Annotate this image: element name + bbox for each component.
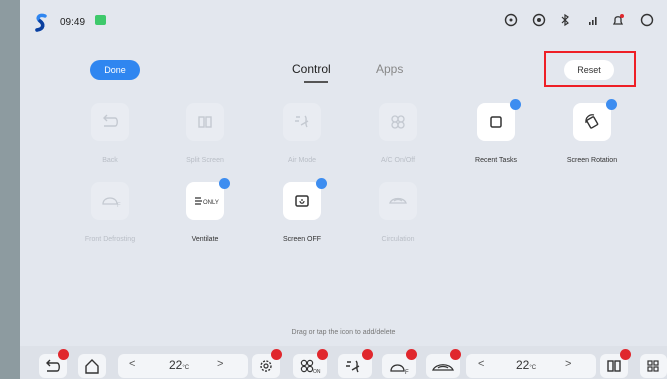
tile-label: Circulation bbox=[381, 236, 415, 243]
tab-apps[interactable]: Apps bbox=[376, 62, 403, 76]
home-button[interactable] bbox=[78, 354, 106, 378]
apps-grid-icon bbox=[647, 360, 659, 372]
home-icon bbox=[85, 359, 99, 374]
done-button[interactable]: Done bbox=[90, 60, 140, 80]
tile-label: Screen Rotation bbox=[566, 157, 618, 164]
ac-fan-icon bbox=[391, 115, 405, 129]
instruction-hint: Drag or tap the icon to add/delete bbox=[291, 329, 396, 336]
left-temp-increase[interactable]: > bbox=[217, 358, 223, 370]
tile-label: Recent Tasks bbox=[475, 157, 517, 164]
signal-icon bbox=[589, 17, 597, 25]
dock-bar: < 22°C > ON F < 22°C > bbox=[20, 346, 667, 379]
tile-label: A/C On/Off bbox=[380, 157, 416, 164]
tile-label: Back bbox=[102, 157, 118, 164]
remove-badge-icon[interactable] bbox=[58, 349, 69, 360]
recent-tasks-icon bbox=[490, 116, 502, 128]
tile-label: Front Defrosting bbox=[84, 236, 136, 243]
app-logo-icon bbox=[35, 13, 47, 32]
remove-badge-icon[interactable] bbox=[362, 349, 373, 360]
reset-button[interactable]: Reset bbox=[564, 60, 614, 80]
tile-label: Screen OFF bbox=[282, 236, 322, 243]
right-temp-decrease[interactable]: < bbox=[478, 358, 484, 370]
screen-off-tile[interactable] bbox=[283, 182, 321, 220]
screen: 09:49 Done Control Apps Reset Back Split… bbox=[20, 0, 667, 379]
left-temp-decrease[interactable]: < bbox=[129, 358, 135, 370]
remove-badge-icon[interactable] bbox=[317, 349, 328, 360]
circulation-tile[interactable] bbox=[379, 182, 417, 220]
front-defrost-tile[interactable]: F bbox=[91, 182, 129, 220]
tile-label: Split Screen bbox=[186, 157, 224, 164]
active-tab-indicator bbox=[304, 81, 328, 83]
remove-badge-icon[interactable] bbox=[620, 349, 631, 360]
back-tile[interactable] bbox=[91, 103, 129, 141]
svg-text:ON: ON bbox=[313, 369, 321, 375]
ventilate-icon: ONLY bbox=[195, 197, 219, 206]
recent-tasks-tile[interactable] bbox=[477, 103, 515, 141]
add-badge-icon[interactable] bbox=[510, 99, 521, 110]
tile-label: Air Mode bbox=[287, 157, 316, 164]
remove-badge-icon[interactable] bbox=[271, 349, 282, 360]
circulation-icon bbox=[389, 197, 407, 204]
screen-rotation-icon bbox=[585, 114, 599, 129]
svg-text:F: F bbox=[117, 203, 121, 209]
bluetooth-icon[interactable] bbox=[558, 13, 572, 27]
screen-rotation-tile[interactable] bbox=[573, 103, 611, 141]
tab-control[interactable]: Control bbox=[292, 62, 331, 76]
ac-tile[interactable] bbox=[379, 103, 417, 141]
front-defrost-icon: F bbox=[102, 197, 121, 209]
ventilate-tile[interactable]: ONLY bbox=[186, 182, 224, 220]
notification-green-icon[interactable] bbox=[95, 15, 106, 25]
air-mode-icon bbox=[295, 115, 309, 128]
split-screen-tile[interactable] bbox=[186, 103, 224, 141]
dock-apps-button[interactable] bbox=[640, 354, 667, 378]
air-mode-tile[interactable] bbox=[283, 103, 321, 141]
svg-text:ONLY: ONLY bbox=[203, 200, 219, 206]
left-temp-value: 22°C bbox=[169, 358, 190, 372]
bell-icon[interactable] bbox=[611, 13, 625, 27]
remove-badge-icon[interactable] bbox=[406, 349, 417, 360]
status-bar: 09:49 bbox=[20, 0, 667, 44]
split-screen-icon bbox=[198, 116, 212, 128]
steering-wheel-icon[interactable] bbox=[504, 13, 518, 27]
tile-label: Ventilate bbox=[191, 236, 219, 243]
screen-off-icon bbox=[295, 195, 309, 207]
add-badge-icon[interactable] bbox=[219, 178, 230, 189]
location-icon[interactable] bbox=[532, 13, 546, 27]
right-temp-increase[interactable]: > bbox=[565, 358, 571, 370]
svg-text:F: F bbox=[405, 370, 409, 376]
back-icon bbox=[103, 114, 118, 127]
right-temp-value: 22°C bbox=[516, 358, 537, 372]
add-badge-icon[interactable] bbox=[606, 99, 617, 110]
face-icon[interactable] bbox=[640, 13, 654, 27]
add-badge-icon[interactable] bbox=[316, 178, 327, 189]
clock: 09:49 bbox=[60, 17, 86, 28]
remove-badge-icon[interactable] bbox=[450, 349, 461, 360]
